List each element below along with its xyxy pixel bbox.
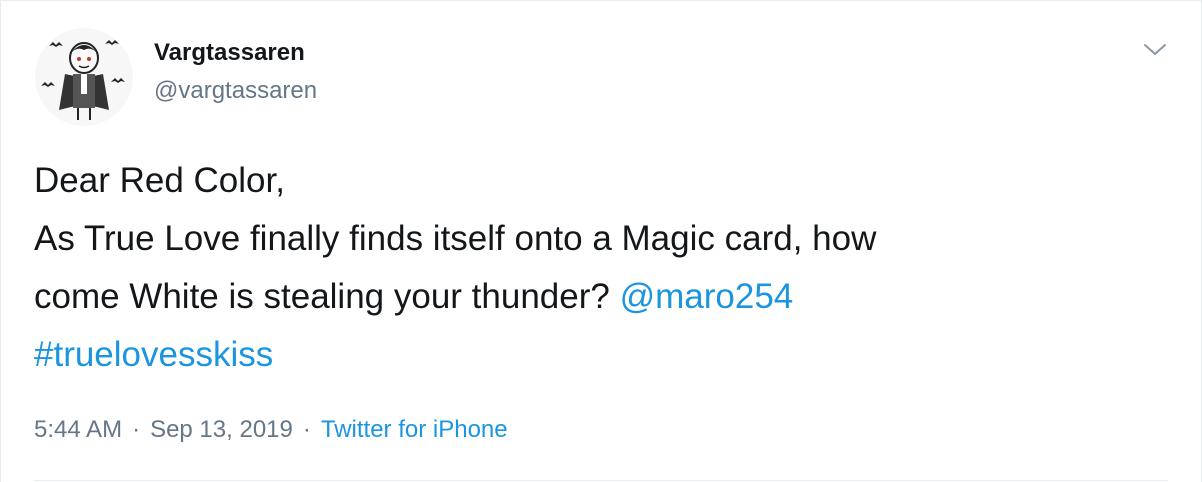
timestamp-time[interactable]: 5:44 AM (34, 416, 122, 443)
author-handle[interactable]: @vargtassaren (154, 77, 317, 105)
tweet-card: Vargtassaren @vargtassaren Dear Red Colo… (0, 0, 1202, 482)
source-link[interactable]: Twitter for iPhone (321, 416, 508, 443)
tweet-text-line: come White is stealing your thunder? @ma… (34, 268, 1174, 326)
tweet-text: Dear Red Color, As True Love finally fin… (34, 152, 1174, 384)
meta-separator: · (302, 416, 311, 443)
vampire-avatar-icon (41, 40, 125, 120)
tweet-menu-button[interactable] (1142, 39, 1168, 61)
tweet-text-segment: come White is stealing your thunder? (34, 277, 620, 316)
author-display-name[interactable]: Vargtassaren (154, 39, 305, 67)
mention-link[interactable]: @maro254 (620, 277, 794, 316)
tweet-meta: 5:44 AM · Sep 13, 2019 · Twitter for iPhone (34, 415, 508, 445)
tweet-text-line: #truelovesskiss (34, 326, 1174, 384)
tweet-text-line: Dear Red Color, (34, 161, 285, 200)
avatar[interactable] (35, 28, 133, 126)
divider (34, 480, 1168, 481)
meta-separator: · (132, 416, 141, 443)
timestamp-date[interactable]: Sep 13, 2019 (150, 416, 293, 443)
chevron-down-icon (1144, 44, 1166, 55)
tweet-text-line: As True Love finally finds itself onto a… (34, 219, 877, 258)
hashtag-link[interactable]: #truelovesskiss (34, 335, 273, 374)
